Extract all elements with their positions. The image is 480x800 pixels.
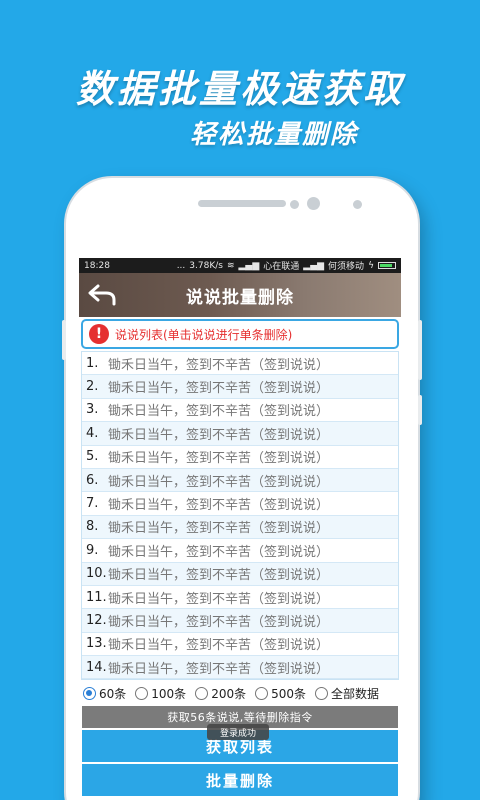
list-item-text: 锄禾日当午，签到不辛苦（签到说说） xyxy=(108,404,330,420)
network-speed: 3.78K/s xyxy=(189,260,223,271)
list-item[interactable]: 11. 锄禾日当午，签到不辛苦（签到说说） xyxy=(82,585,398,610)
count-options: 60条 100条 200条 500条 全部数据 xyxy=(79,680,401,706)
list-item-text: 锄禾日当午，签到不辛苦（签到说说） xyxy=(108,591,330,607)
signal-icon: ▂▄▆ xyxy=(303,260,325,271)
list-item[interactable]: 5. 锄禾日当午，签到不辛苦（签到说说） xyxy=(82,445,398,469)
radio-icon[interactable] xyxy=(255,686,269,700)
radio-icon[interactable] xyxy=(83,686,96,700)
list-item-number: 13. xyxy=(86,636,107,652)
count-option-label: 200条 xyxy=(211,686,247,701)
status-dots: ... xyxy=(176,260,186,271)
status-right: ... 3.78K/s ≋ ▂▄▆ 心在联通 ▂▄▆ 何须移动 ϟ xyxy=(177,259,396,272)
list-item-number: 7. xyxy=(86,496,99,512)
list-item-text: 锄禾日当午，签到不辛苦（签到说说） xyxy=(108,451,330,467)
list-item-number: 5. xyxy=(86,449,99,465)
list-item[interactable]: 8. 锄禾日当午，签到不辛苦（签到说说） xyxy=(82,515,398,540)
list-item[interactable]: 7. 锄禾日当午，签到不辛苦（签到说说） xyxy=(82,492,398,516)
count-option[interactable]: 100条 xyxy=(135,685,186,702)
status-bar: 18:28 ... 3.78K/s ≋ ▂▄▆ 心在联通 ▂▄▆ 何须移动 ϟ xyxy=(79,258,401,273)
list-item-number: 11. xyxy=(86,589,107,605)
list-item-text: 锄禾日当午，签到不辛苦（签到说说） xyxy=(108,381,330,397)
list-item-number: 8. xyxy=(86,519,99,535)
count-option[interactable]: 200条 xyxy=(195,685,246,702)
count-option-label: 全部数据 xyxy=(331,686,380,701)
list-item[interactable]: 10. 锄禾日当午，签到不辛苦（签到说说） xyxy=(82,562,398,586)
carrier-1: 心在联通 xyxy=(263,262,300,272)
shuoshuo-list: 1. 锄禾日当午，签到不辛苦（签到说说） 2. 锄禾日当午，签到不辛苦（签到说说） 3.… xyxy=(81,351,399,681)
list-item[interactable]: 13. 锄禾日当午，签到不辛苦（签到说说） xyxy=(82,632,398,657)
list-item-text: 锄禾日当午，签到不辛苦（签到说说） xyxy=(108,614,330,630)
app-screen: 18:28 ... 3.78K/s ≋ ▂▄▆ 心在联通 ▂▄▆ 何须移动 ϟ … xyxy=(79,258,401,800)
list-item-text: 锄禾日当午，签到不辛苦（签到说说） xyxy=(108,544,330,560)
list-item[interactable]: 9. 锄禾日当午，签到不辛苦（签到说说） xyxy=(82,539,398,563)
radio-icon[interactable] xyxy=(135,686,149,700)
list-item[interactable]: 3. 锄禾日当午，签到不辛苦（签到说说） xyxy=(82,398,398,423)
phone-camera-dot xyxy=(307,197,320,210)
promo-title: 数据批量极速获取 xyxy=(75,67,404,111)
signal-icon: ▂▄▆ xyxy=(238,260,260,271)
count-option[interactable]: 60条 xyxy=(83,685,126,702)
batch-delete-button[interactable]: 批量删除 xyxy=(82,764,398,797)
page-title: 说说批量删除 xyxy=(186,287,294,308)
list-item-number: 4. xyxy=(86,425,99,441)
list-item-number: 9. xyxy=(86,542,99,558)
list-item-text: 锄禾日当午，签到不辛苦（签到说说） xyxy=(108,474,330,490)
list-item[interactable]: 14. 锄禾日当午，签到不辛苦（签到说说） xyxy=(82,656,398,680)
list-item[interactable]: 6. 锄禾日当午，签到不辛苦（签到说说） xyxy=(82,468,398,493)
phone-side-button xyxy=(418,320,422,380)
list-notice: ! 说说列表(单击说说进行单条删除) xyxy=(81,319,399,349)
carrier-2: 何须移动 xyxy=(328,262,365,272)
list-item-text: 锄禾日当午，签到不辛苦（签到说说） xyxy=(108,521,330,537)
list-item-number: 2. xyxy=(86,379,99,395)
toast-message: 登录成功 xyxy=(207,724,269,740)
charging-icon: ϟ xyxy=(368,260,374,271)
phone-speaker xyxy=(198,200,286,207)
back-arrow-icon xyxy=(88,284,116,306)
list-item[interactable]: 4. 锄禾日当午，签到不辛苦（签到说说） xyxy=(82,422,398,446)
phone-side-button xyxy=(62,320,66,360)
count-option-label: 100条 xyxy=(151,686,187,701)
list-item-number: 1. xyxy=(86,355,99,371)
count-option-label: 500条 xyxy=(271,686,306,701)
status-time: 18:28 xyxy=(84,260,110,271)
warning-icon: ! xyxy=(89,324,109,344)
list-item-text: 锄禾日当午，签到不辛苦（签到说说） xyxy=(108,568,330,584)
list-item-number: 12. xyxy=(86,612,107,628)
back-button[interactable] xyxy=(85,281,119,309)
list-item[interactable]: 12. 锄禾日当午，签到不辛苦（签到说说） xyxy=(82,609,398,633)
notice-text: 说说列表(单击说说进行单条删除) xyxy=(115,327,293,342)
phone-camera-dot xyxy=(290,200,299,209)
list-item-text: 锄禾日当午，签到不辛苦（签到说说） xyxy=(108,357,330,373)
radio-icon[interactable] xyxy=(195,686,209,700)
list-item-text: 锄禾日当午，签到不辛苦（签到说说） xyxy=(108,427,330,443)
list-item[interactable]: 1. 锄禾日当午，签到不辛苦（签到说说） xyxy=(82,352,398,376)
list-item-number: 3. xyxy=(86,402,99,418)
phone-sensor-dot xyxy=(353,200,362,209)
phone-side-button xyxy=(418,395,422,425)
list-item-number: 10. xyxy=(86,566,107,582)
list-item-text: 锄禾日当午，签到不辛苦（签到说说） xyxy=(108,498,330,514)
list-item-text: 锄禾日当午，签到不辛苦（签到说说） xyxy=(108,638,330,654)
count-option[interactable]: 500条 xyxy=(255,685,306,702)
radio-icon[interactable] xyxy=(315,686,328,700)
list-item-number: 6. xyxy=(86,472,99,488)
list-item-text: 锄禾日当午，签到不辛苦（签到说说） xyxy=(108,661,330,677)
title-bar: 说说批量删除 xyxy=(79,273,401,317)
list-item[interactable]: 2. 锄禾日当午，签到不辛苦（签到说说） xyxy=(82,375,398,399)
battery-icon xyxy=(378,262,396,269)
promo-subtitle: 轻松批量删除 xyxy=(190,120,359,150)
count-option[interactable]: 全部数据 xyxy=(315,685,379,702)
wifi-icon: ≋ xyxy=(226,260,235,271)
count-option-label: 60条 xyxy=(99,686,127,701)
list-item-number: 14. xyxy=(86,659,107,675)
